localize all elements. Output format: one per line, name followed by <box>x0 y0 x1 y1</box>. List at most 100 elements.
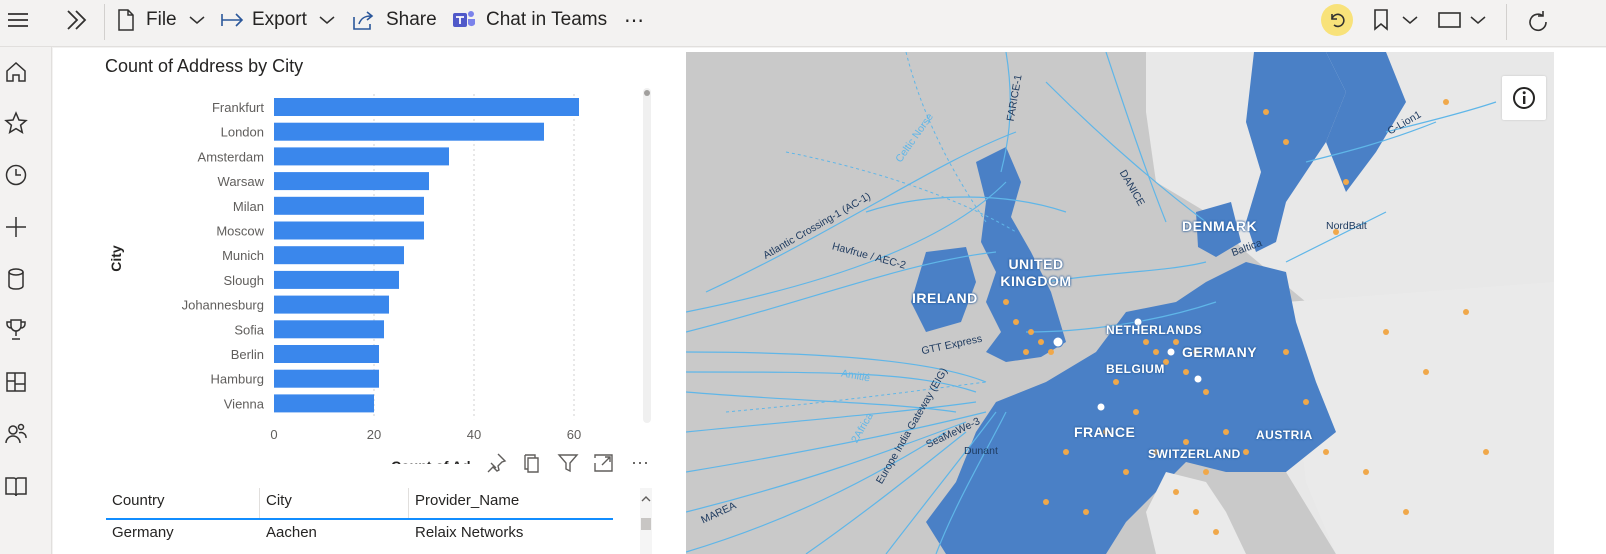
map-label-switzerland: SWITZERLAND <box>1148 447 1241 461</box>
toolbar-divider <box>1506 4 1507 40</box>
bar[interactable] <box>274 295 389 314</box>
focus-mode-button[interactable] <box>589 448 619 478</box>
chart-title: Count of Address by City <box>105 56 304 76</box>
home-icon[interactable] <box>3 59 29 85</box>
map-visual[interactable]: DENMARK UNITED KINGDOM IRELAND NETHERLAN… <box>686 52 1554 554</box>
chevron-down-icon <box>189 16 205 24</box>
top-toolbar: File Export Share Chat in Teams ⋯ <box>0 0 1606 47</box>
share-button[interactable]: Share <box>352 0 437 40</box>
y-tick-label: Vienna <box>224 396 265 411</box>
bookmark-icon <box>1374 9 1388 31</box>
map-label-denmark: DENMARK <box>1182 218 1258 234</box>
chevron-down-icon <box>1470 16 1486 24</box>
star-icon[interactable] <box>3 110 29 136</box>
y-tick-label: Amsterdam <box>198 149 264 164</box>
y-tick-label: Slough <box>224 273 264 288</box>
bar[interactable] <box>274 147 449 166</box>
cable-label: NordBalt <box>1326 220 1367 232</box>
focus-mode-icon <box>594 454 613 472</box>
bar[interactable] <box>274 122 544 141</box>
y-tick-label: Frankfurt <box>212 100 264 115</box>
x-tick-label: 0 <box>270 427 277 442</box>
column-separator <box>259 488 260 520</box>
chevron-up-icon[interactable] <box>640 492 652 506</box>
chevron-down-icon <box>1402 16 1418 24</box>
file-menu-button[interactable]: File <box>116 0 205 40</box>
y-tick-label: Hamburg <box>211 372 264 387</box>
y-tick-label: Munich <box>222 248 264 263</box>
y-tick-label: Sofia <box>234 322 264 337</box>
map-label-austria: AUSTRIA <box>1256 428 1313 442</box>
bar[interactable] <box>274 345 379 363</box>
x-axis-title: Count of Ad <box>391 458 471 464</box>
hamburger-icon[interactable] <box>6 0 30 40</box>
map-label-belgium: BELGIUM <box>1106 362 1165 376</box>
table-cell: Aachen <box>266 524 317 541</box>
table-header-underline <box>106 518 613 520</box>
y-axis-title: City <box>108 245 124 272</box>
scroll-thumb[interactable] <box>641 518 651 530</box>
book-icon[interactable] <box>3 473 29 499</box>
people-icon[interactable] <box>3 421 29 447</box>
report-canvas: Count of Address by City 0 20 40 60 Frankfur… <box>53 48 1606 554</box>
table-header-provider-name[interactable]: Provider_Name <box>415 492 519 509</box>
bar[interactable] <box>274 270 399 289</box>
bar[interactable] <box>274 246 404 265</box>
toolbar-divider <box>104 4 105 40</box>
export-menu-button[interactable]: Export <box>220 0 335 40</box>
pin-icon <box>487 453 507 473</box>
left-nav <box>0 47 52 554</box>
bar[interactable] <box>274 394 374 413</box>
y-tick-label: Milan <box>233 199 264 214</box>
bar[interactable] <box>274 221 424 240</box>
table-header-city[interactable]: City <box>266 492 292 509</box>
map-info-button[interactable] <box>1502 76 1546 120</box>
y-tick-label: Berlin <box>231 347 264 362</box>
y-tick-label: Johannesburg <box>182 298 264 313</box>
view-button[interactable] <box>1438 0 1486 40</box>
more-options-button[interactable]: ⋯ <box>624 0 645 40</box>
chart-scrollbar[interactable] <box>643 88 651 423</box>
share-icon <box>353 11 374 30</box>
refresh-button[interactable] <box>1526 0 1550 40</box>
y-tick-label: Moscow <box>216 224 264 239</box>
expand-chevrons-icon[interactable] <box>64 0 90 40</box>
table-scrollbar[interactable] <box>640 488 652 554</box>
workspaces-icon[interactable] <box>3 369 29 395</box>
column-separator <box>408 488 409 520</box>
bar[interactable] <box>274 98 579 116</box>
bookmark-button[interactable] <box>1372 0 1418 40</box>
file-icon <box>118 9 134 31</box>
bar-chart[interactable]: 0 20 40 60 Frankfurt London Amsterdam Warsaw Mil… <box>93 84 653 464</box>
copy-icon <box>524 454 539 473</box>
map-svg <box>686 52 1554 554</box>
share-label: Share <box>386 9 437 30</box>
visual-more-options-button[interactable]: ⋯ <box>625 448 655 478</box>
view-icon <box>1438 12 1461 28</box>
map-label-united-kingdom: UNITED KINGDOM <box>1000 256 1072 289</box>
bar[interactable] <box>274 320 384 339</box>
x-tick-label: 20 <box>367 427 381 442</box>
chat-in-teams-button[interactable]: Chat in Teams <box>452 0 607 40</box>
chat-in-teams-label: Chat in Teams <box>486 9 608 30</box>
y-tick-label: Warsaw <box>218 174 265 189</box>
visual-header: ⋯ <box>481 448 655 478</box>
scroll-thumb[interactable] <box>644 90 650 96</box>
bar[interactable] <box>274 369 379 388</box>
copy-visual-button[interactable] <box>517 448 547 478</box>
reset-button[interactable] <box>1321 4 1353 36</box>
trophy-icon[interactable] <box>3 317 29 343</box>
data-table: Country City Provider_Name Germany Aache… <box>106 488 613 554</box>
clock-icon[interactable] <box>3 162 29 188</box>
pin-visual-button[interactable] <box>481 448 511 478</box>
bar[interactable] <box>274 196 424 215</box>
bar[interactable] <box>274 172 429 191</box>
map-label-netherlands: NETHERLANDS <box>1106 323 1203 337</box>
filter-visual-button[interactable] <box>553 448 583 478</box>
chevron-down-icon <box>319 16 335 24</box>
table-header-country[interactable]: Country <box>112 492 165 509</box>
plus-icon[interactable] <box>3 214 29 240</box>
database-icon[interactable] <box>3 266 29 292</box>
map-label-france: FRANCE <box>1074 424 1136 440</box>
table-cell: Germany <box>112 524 174 541</box>
